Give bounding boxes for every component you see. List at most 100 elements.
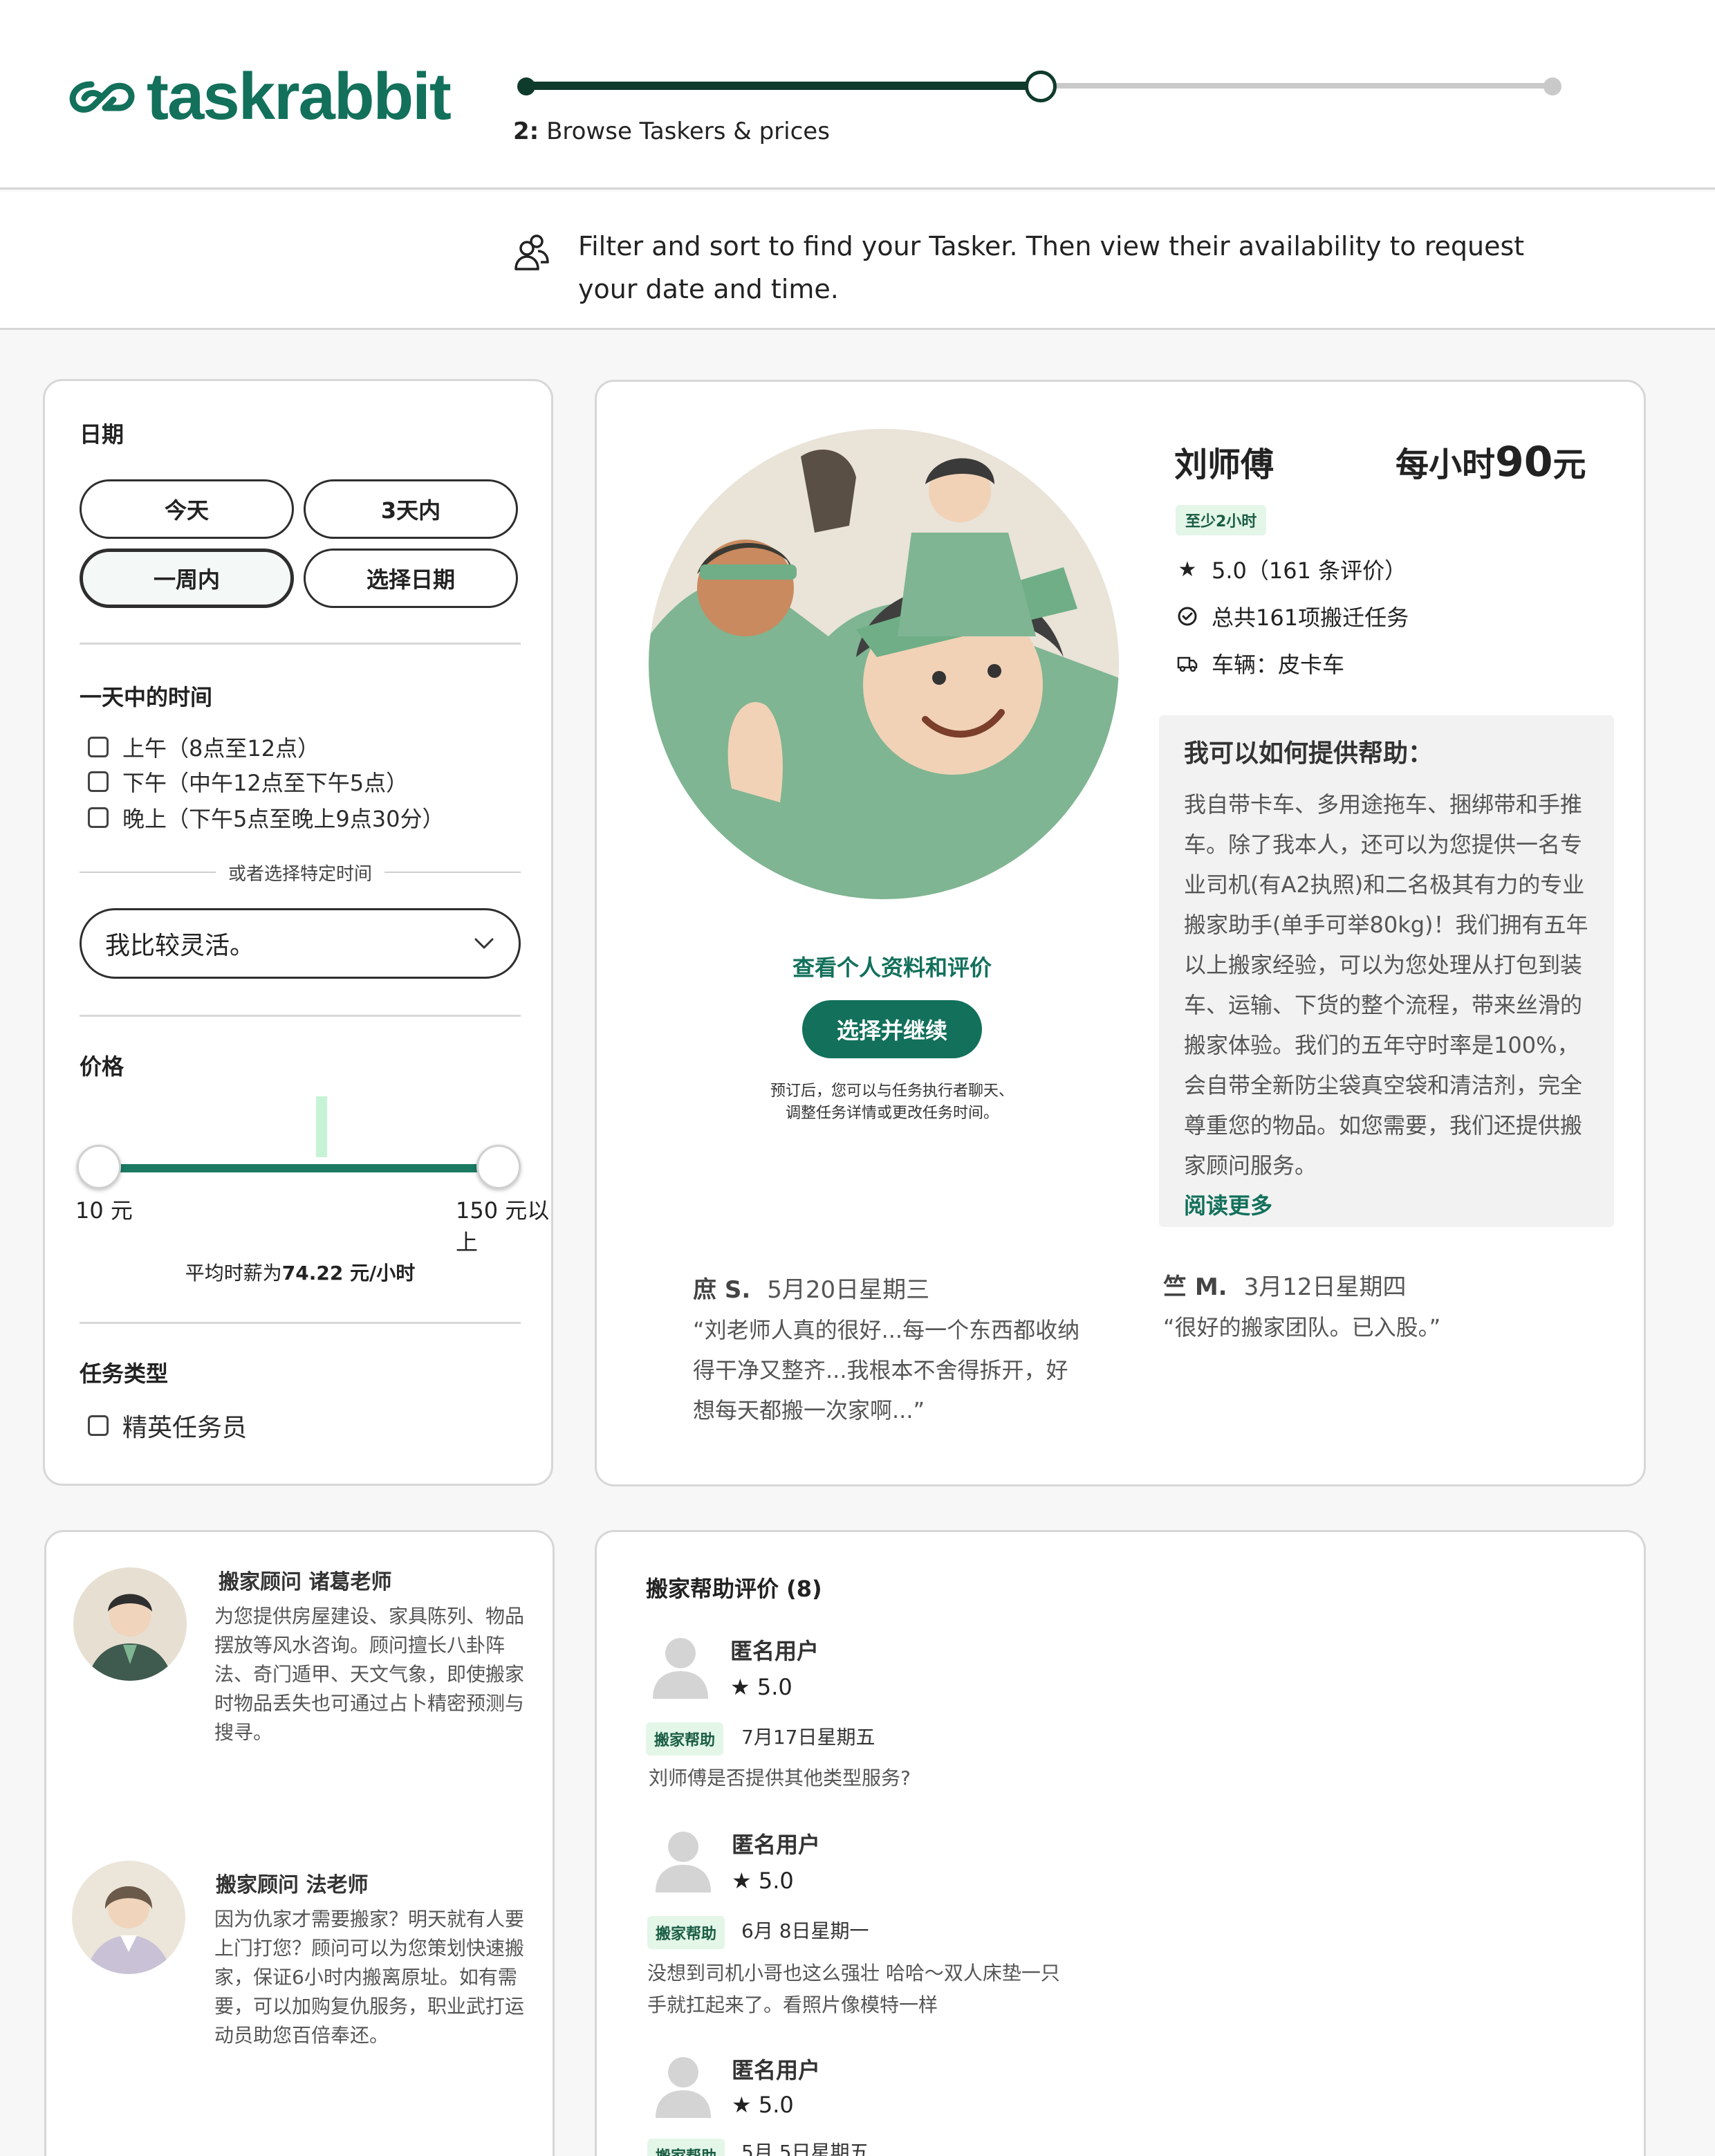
view-profile-link[interactable]: 查看个人资料和评价 [595,950,1189,982]
time-select-value: 我比较灵活。 [105,932,255,960]
user-placeholder-icon [656,1832,711,1892]
time-option-afternoon[interactable]: 下午（中午12点至下午5点） [88,766,408,798]
time-title: 一天中的时间 [80,684,213,710]
star-icon: ★ [730,1674,750,1700]
task-type-label: 精英任务员 [122,1414,248,1442]
help-title: 我可以如何提供帮助： [1184,739,1434,768]
review-author: 竺 M. [1163,1273,1227,1301]
time-option-morning[interactable]: 上午（8点至12点） [88,731,319,763]
review-rating: ★ 5.0 [730,1674,792,1700]
progress-step-current [1025,71,1057,102]
review-rating: ★ 5.0 [732,2092,794,2118]
price-min-label: 10 元 [75,1197,133,1224]
taskrabbit-logo-icon [69,81,135,113]
review-text: 没想到司机小哥也这么强壮 哈哈～双人床垫一只手就扛起来了。看照片像模特一样 [647,1962,1060,2016]
checkbox[interactable] [88,807,109,828]
advisor-name: 搬家顾问 法老师 [216,1873,369,1897]
divider [80,1322,521,1324]
tasker-avatar[interactable] [649,429,1119,899]
checkbox[interactable] [88,737,109,757]
filters-panel: 日期 今天 3天内 一周内 选择日期 一天中的时间 上午（8点至12点） 下午（… [43,379,553,1486]
rate-prefix: 每小时 [1396,445,1496,484]
review-tag: 搬家帮助 [646,1722,724,1756]
star-icon: ★ [732,1868,752,1894]
advisor-avatar[interactable] [72,1861,185,1974]
advisor-name: 搬家顾问 诸葛老师 [219,1570,392,1594]
time-option-evening[interactable]: 晚上（下午5点至晚上9点30分） [88,802,444,833]
review-text: “刘老师人真的很好...每一个东西都收纳得干净又整齐...我根本不舍得拆开，好想… [693,1317,1080,1423]
info-text: Filter and sort to find your Tasker. The… [578,231,1525,304]
select-continue-button[interactable]: 选择并继续 [802,1000,982,1058]
review-tag: 搬家帮助 [647,1916,725,1949]
star-icon: ★ [732,2092,752,2118]
divider-line [80,872,216,873]
divider [80,1015,521,1017]
vehicle-text: 车辆：皮卡车 [1212,652,1345,678]
checkbox[interactable] [88,1415,109,1436]
date-option-pick[interactable]: 选择日期 [304,549,518,608]
avg-value: 74.22 元/小时 [281,1262,416,1284]
divider [80,643,521,645]
user-placeholder-icon [653,1638,708,1699]
time-option-label: 上午（8点至12点） [122,735,320,762]
price-title: 价格 [80,1053,124,1080]
price-slider[interactable] [77,1096,550,1189]
users-icon [514,234,549,270]
reviews-title: 搬家帮助评价 (8) [646,1576,822,1602]
review-tag: 搬家帮助 [647,2139,725,2156]
review-rating: ★ 5.0 [732,1868,794,1894]
check-circle-icon [1178,607,1197,626]
chevron-down-icon [474,938,494,949]
advisor-description: 因为仇家才需要搬家？明天就有人要上门打您？顾问可以为您策划快速搬家，保证6小时内… [214,1908,525,2047]
advisor-avatar[interactable] [73,1567,187,1681]
review-stars: 5.0 [757,1674,792,1700]
price-range-bar [100,1164,501,1172]
checkbox[interactable] [88,771,109,792]
read-more-link[interactable]: 阅读更多 [1184,1186,1589,1226]
taskrabbit-logo[interactable]: taskrabbit [64,59,452,133]
step-number: 2: [513,118,539,145]
time-option-label: 晚上（下午5点至晚上9点30分） [122,806,445,832]
help-description-box: 我可以如何提供帮助： 我自带卡车、多用途拖车、捆绑带和手推车。除了我本人，还可以… [1159,715,1614,1227]
booking-note: 预订后，您可以与任务执行者聊天、调整任务详情或更改任务时间。 [770,1082,1014,1122]
price-max-label: 150 元以上 [456,1197,550,1255]
review-stars: 5.0 [758,2092,794,2118]
rating-stat: ★ 5.0（161 条评价） [1176,553,1407,585]
date-option-week[interactable]: 一周内 [80,549,294,608]
tasker-illustration [649,429,1119,899]
step-text: Browse Taskers & prices [546,118,830,145]
review-stars: 5.0 [758,1868,794,1894]
help-text: 我自带卡车、多用途拖车、捆绑带和手推车。除了我本人，还可以为您提供一名专业司机(… [1184,791,1588,1179]
minimum-hours-badge: 至少2小时 [1176,505,1267,535]
truck-icon [1177,656,1198,672]
or-divider: 或者选择特定时间 [80,858,521,886]
review-user: 匿名用户 [732,1832,821,1858]
price-min-handle[interactable] [77,1145,121,1189]
price-max-handle[interactable] [476,1145,521,1189]
time-select[interactable]: 我比较灵活。 [80,908,521,979]
divider-line [384,872,521,873]
price-histogram-bar [316,1096,327,1157]
user-placeholder-icon [656,2057,711,2118]
date-option-today[interactable]: 今天 [80,479,294,539]
vehicle-stat: 车辆：皮卡车 [1176,647,1344,679]
review-header: 庶 S. 5月20日星期三 [693,1270,1080,1310]
task-type-elite[interactable]: 精英任务员 [88,1408,247,1444]
logo-text: taskrabbit [147,59,452,133]
average-rate: 平均时薪为74.22 元/小时 [45,1258,555,1286]
review-date: 7月17日星期五 [741,1726,875,1749]
star-icon: ★ [1178,557,1197,582]
task-type-title: 任务类型 [80,1361,169,1387]
review-date: 3月12日星期四 [1243,1273,1407,1301]
rating-text: 5.0（161 条评价） [1212,558,1407,584]
progress-fill [524,82,1039,90]
advisor-illustration [73,1567,187,1681]
review-author: 庶 S. [693,1276,751,1304]
or-text: 或者选择特定时间 [228,863,373,885]
header: taskrabbit 2: Browse Taskers & prices [0,0,1715,190]
review-text: “很好的搬家团队。已入股。” [1163,1314,1441,1340]
review-date: 6月 8日星期一 [741,1919,869,1942]
date-option-3days[interactable]: 3天内 [304,479,518,539]
review-date: 5月 5日星期五 [741,2141,869,2156]
rate-unit: 元 [1552,445,1586,484]
